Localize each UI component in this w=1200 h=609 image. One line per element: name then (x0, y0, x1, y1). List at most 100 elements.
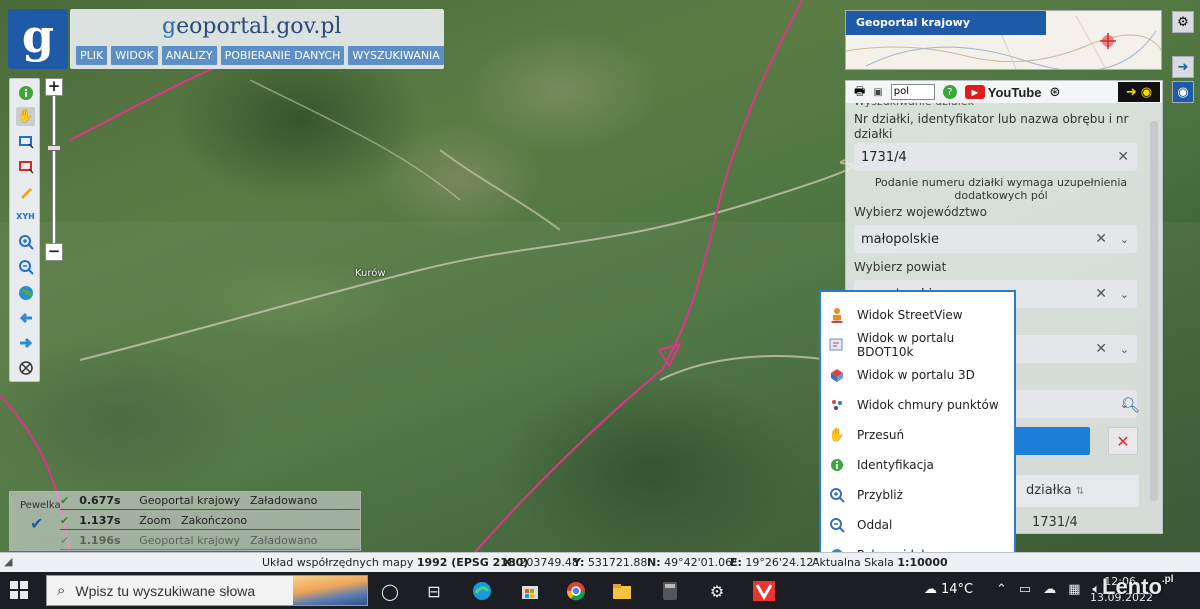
ctx-portal-3d[interactable]: Widok w portalu 3D (829, 360, 1014, 390)
chevron-down-icon: ⌄ (1119, 232, 1129, 246)
zoom-out-button[interactable]: − (45, 243, 63, 261)
hand-icon[interactable]: ✋ (16, 107, 35, 126)
table-header-dzialka[interactable]: działka ⇅ (1006, 475, 1139, 507)
geoportal-logo[interactable]: g (8, 9, 68, 69)
map-toolbar: ✋ XYH (9, 78, 40, 382)
file-explorer-icon[interactable] (610, 579, 634, 603)
language-select[interactable]: pol (890, 84, 935, 100)
table-row[interactable]: 1731/4 (1006, 515, 1139, 533)
menu-wyszukiwania[interactable]: WYSZUKIWANIA (348, 46, 444, 65)
network-icon[interactable]: ▦ (1068, 582, 1080, 597)
arrow-right-icon[interactable]: ➜ (1172, 56, 1194, 78)
ctx-streetview[interactable]: Widok StreetView (829, 300, 1014, 330)
search-label: Nr działki, identyfikator lub nazwa obrę… (854, 112, 1129, 141)
eye-icon: ◉ (1140, 84, 1153, 100)
hand-icon: ✋ (828, 427, 846, 443)
watermark: Lento.pl (1102, 574, 1174, 599)
arrow-right-icon[interactable] (16, 333, 35, 352)
select-rectangle-icon[interactable] (16, 132, 35, 151)
eye-icon[interactable]: ◉ (1172, 81, 1194, 103)
county-label: Wybierz powiat (854, 260, 947, 274)
menu-plik[interactable]: PLIK (76, 46, 108, 65)
menu-analizy[interactable]: ANALIZY (161, 46, 217, 65)
widgets-icon[interactable]: ⊟ (422, 579, 446, 603)
clear-icon[interactable]: ✕ (1095, 231, 1107, 247)
search-highlight-image (293, 576, 367, 605)
device-icon[interactable]: ▭ (1019, 582, 1031, 597)
task-view-icon[interactable]: ◯ (378, 579, 402, 603)
ctx-zoom-out[interactable]: Oddal (829, 510, 1014, 540)
chevron-up-icon[interactable]: ⌃ (996, 582, 1007, 597)
zoom-in-button[interactable]: + (45, 78, 63, 96)
check-icon: ✔ (60, 494, 70, 507)
windows-start-icon[interactable] (10, 581, 28, 599)
select-area-icon[interactable] (16, 157, 35, 176)
zoom-in-icon[interactable] (16, 232, 35, 251)
check-icon: ✔ (30, 514, 44, 533)
ctx-zoom-in[interactable]: Przybliż (829, 480, 1014, 510)
settings-icon[interactable]: ⚙ (1172, 11, 1194, 33)
log-row: ✔ 1.137s Zoom Zakończono (60, 514, 360, 530)
youtube-link[interactable]: ▶ YouTube (964, 85, 1041, 100)
pencil-icon[interactable] (16, 182, 35, 201)
sort-icon: ⇅ (1075, 486, 1085, 497)
ctx-point-cloud[interactable]: Widok chmury punktów (829, 390, 1014, 420)
settings-icon[interactable]: ⚙ (705, 579, 729, 603)
info-icon (829, 457, 845, 473)
map-scale: Aktualna Skala 1:10000 (812, 556, 948, 569)
person-icon (829, 307, 845, 323)
context-menu: Widok StreetView Widok w portalu BDOT10k… (819, 290, 1016, 558)
ctx-bdot10k[interactable]: Widok w portalu BDOT10k (829, 330, 1014, 360)
edge-icon[interactable] (470, 579, 494, 603)
search-icon[interactable]: 🔍︎ (1121, 396, 1140, 414)
arrow-left-icon[interactable] (16, 308, 35, 327)
weather-widget[interactable]: ☁ 14°C (924, 582, 973, 597)
printer-icon[interactable]: 🖶 (854, 82, 865, 103)
system-tray: ⌃ ▭ ☁ ▦ 🔈︎ (996, 582, 1100, 597)
app-v-icon[interactable] (752, 579, 776, 603)
menu-widok[interactable]: WIDOK (111, 46, 158, 65)
coord-system: Układ współrzędnych mapy 1992 (EPSG 2180… (262, 556, 529, 569)
windows-taskbar: ⌕ Wpisz tu wyszukiwane słowa ◯ ⊟ ⚙ ☁ 14°… (0, 572, 1200, 609)
xyh-icon[interactable]: XYH (16, 207, 35, 226)
clear-icon[interactable]: ✕ (1095, 286, 1107, 302)
status-log: Pewelka ✔ ✔ 0.677s Geoportal krajowy Zał… (9, 491, 361, 551)
cloud-sync-icon[interactable]: ☁ (1043, 582, 1056, 597)
help-icon[interactable]: ? (942, 85, 957, 99)
calculator-icon[interactable] (658, 579, 682, 603)
accessibility-icon[interactable]: ⊛ (1049, 85, 1060, 100)
clear-icon[interactable] (16, 358, 35, 377)
store-icon[interactable] (518, 579, 542, 603)
voivodeship-select[interactable]: małopolskie ✕ ⌄ (854, 225, 1137, 253)
log-label: Pewelka (20, 500, 61, 511)
menu-pobieranie-danych[interactable]: POBIERANIE DANYCH (220, 46, 345, 65)
share-icon[interactable]: ▣ (873, 87, 882, 98)
contrast-toggle[interactable]: ➜ ◉ (1118, 82, 1160, 102)
cube-icon (829, 367, 845, 383)
zoom-slider-handle[interactable] (47, 145, 61, 151)
coord-n: N: 49°42'01.06" (647, 556, 738, 569)
overview-map[interactable]: Geoportal krajowy (845, 10, 1162, 70)
search-icon: ⌕ (57, 582, 66, 599)
zoom-slider-track[interactable] (52, 96, 56, 243)
arrow-icon: ➜ (1125, 84, 1137, 100)
log-row: ✔ 1.196s Geoportal krajowy Załadowano (60, 534, 360, 550)
info-icon[interactable] (16, 83, 35, 102)
zoom-out-icon[interactable] (16, 257, 35, 276)
map-icon (829, 337, 845, 353)
cloud-icon: ☁ (924, 582, 937, 597)
parcel-search-input[interactable]: 1731/4 ✕ (854, 143, 1137, 171)
check-icon: ✔ (60, 514, 70, 527)
resize-grip-icon[interactable]: ◢ (4, 555, 12, 568)
search-button[interactable] (1006, 427, 1090, 455)
chrome-icon[interactable] (564, 579, 588, 603)
taskbar-search-input[interactable]: ⌕ Wpisz tu wyszukiwane słowa (46, 575, 368, 606)
clear-icon[interactable]: ✕ (1095, 341, 1107, 357)
clear-button[interactable]: ✕ (1108, 427, 1138, 455)
clear-icon[interactable]: ✕ (1117, 149, 1129, 165)
ctx-pan[interactable]: ✋ Przesuń (829, 420, 1014, 450)
ctx-identify[interactable]: Identyfikacja (829, 450, 1014, 480)
village-label: Kurów (355, 268, 386, 279)
globe-icon[interactable] (16, 283, 35, 302)
panel-scrollbar[interactable] (1149, 111, 1159, 531)
